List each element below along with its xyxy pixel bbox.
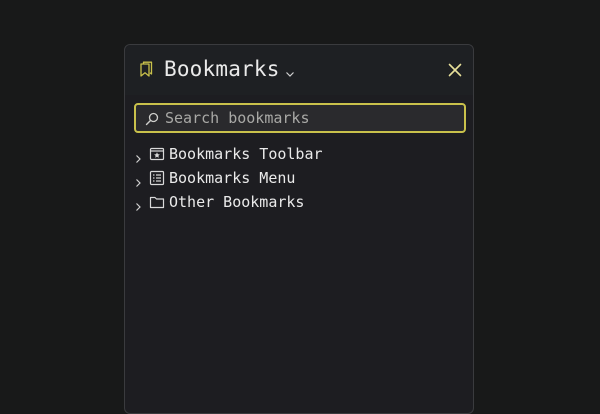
bookmarks-tree: Bookmarks Toolbar Bookmarks Menu Other B… [133, 142, 463, 214]
sidebar-header: Bookmarks [125, 45, 473, 95]
chevron-right-icon[interactable] [133, 149, 143, 163]
tree-item-label: Bookmarks Menu [169, 169, 296, 187]
bookmarks-sidebar: Bookmarks Search bookmarks Bookmarks Too… [124, 44, 474, 414]
tree-item-label: Other Bookmarks [169, 193, 305, 211]
search-box [134, 103, 466, 133]
tree-item-label: Bookmarks Toolbar [169, 145, 323, 163]
chevron-right-icon[interactable] [133, 197, 143, 211]
close-icon [448, 63, 462, 77]
tree-item-bookmarks-toolbar[interactable]: Bookmarks Toolbar [133, 142, 463, 166]
sidebar-title: Bookmarks [164, 57, 280, 81]
folder-icon [149, 194, 165, 210]
bookmarks-sidebar-icon [137, 60, 155, 78]
close-button[interactable] [447, 62, 463, 78]
chevron-down-icon [285, 64, 295, 77]
search-icon [145, 111, 159, 126]
tree-item-other-bookmarks[interactable]: Other Bookmarks [133, 190, 463, 214]
chevron-right-icon[interactable] [133, 173, 143, 187]
sidebar-switcher[interactable]: Bookmarks [137, 57, 295, 81]
search-input[interactable] [165, 109, 455, 127]
tree-item-bookmarks-menu[interactable]: Bookmarks Menu [133, 166, 463, 190]
bookmarks-menu-icon [149, 170, 165, 186]
bookmarks-toolbar-icon [149, 146, 165, 162]
